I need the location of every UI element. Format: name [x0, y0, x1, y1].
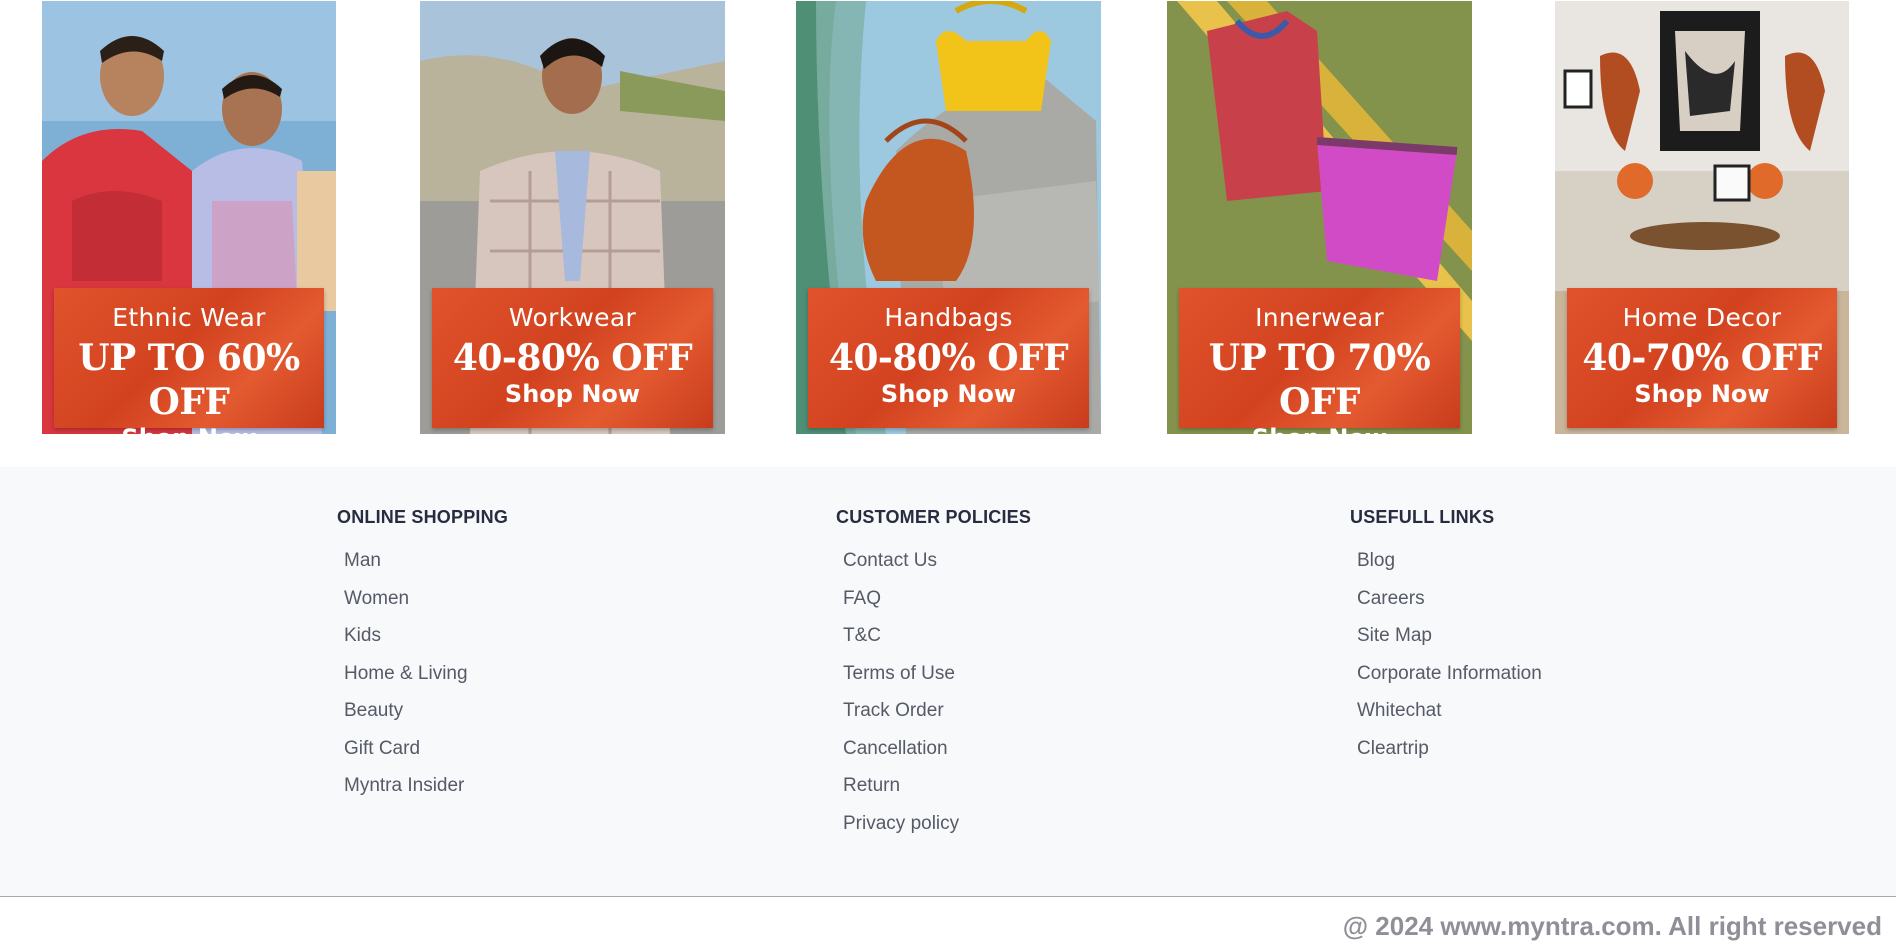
- footer-column-online-shopping: ONLINE SHOPPING Man Women Kids Home & Li…: [337, 507, 508, 813]
- footer-link-privacy-policy[interactable]: Privacy policy: [843, 813, 959, 834]
- footer-link-myntra-insider[interactable]: Myntra Insider: [344, 775, 464, 796]
- promo-offer: 40-80% OFF: [828, 337, 1069, 379]
- promo-card-home-decor[interactable]: Home Decor 40-70% OFF Shop Now: [1555, 1, 1849, 434]
- footer-link-terms-of-use[interactable]: Terms of Use: [843, 663, 955, 684]
- footer-link-list: Blog Careers Site Map Corporate Informat…: [1357, 550, 1542, 775]
- promo-banner: Ethnic Wear UP TO 60% OFF Shop Now: [54, 288, 324, 434]
- footer-link-whitechat[interactable]: Whitechat: [1357, 700, 1441, 721]
- promo-banner: Innerwear UP TO 70% OFF Shop Now: [1179, 288, 1460, 434]
- footer-link-tc[interactable]: T&C: [843, 625, 881, 646]
- footer-link-faq[interactable]: FAQ: [843, 588, 881, 609]
- footer-link-contact-us[interactable]: Contact Us: [843, 550, 937, 571]
- promo-strip: Ethnic Wear UP TO 60% OFF Shop Now Workw…: [0, 0, 1896, 467]
- promo-banner: Home Decor 40-70% OFF Shop Now: [1567, 288, 1837, 428]
- footer-link-cancellation[interactable]: Cancellation: [843, 738, 948, 759]
- footer-link-site-map[interactable]: Site Map: [1357, 625, 1432, 646]
- shop-now-link[interactable]: Shop Now: [1567, 380, 1837, 408]
- shop-now-link[interactable]: Shop Now: [432, 380, 713, 408]
- footer-link-track-order[interactable]: Track Order: [843, 700, 944, 721]
- footer-link-list: Man Women Kids Home & Living Beauty Gift…: [344, 550, 508, 813]
- shop-now-link[interactable]: Shop Now: [1179, 424, 1460, 434]
- promo-card-ethnic-wear[interactable]: Ethnic Wear UP TO 60% OFF Shop Now: [42, 1, 336, 434]
- footer-column-customer-policies: CUSTOMER POLICIES Contact Us FAQ T&C Ter…: [836, 507, 1031, 850]
- footer-column-useful-links: USEFULL LINKS Blog Careers Site Map Corp…: [1350, 507, 1542, 775]
- footer-link-corporate-information[interactable]: Corporate Information: [1357, 663, 1542, 684]
- footer-heading: USEFULL LINKS: [1350, 507, 1495, 527]
- promo-offer: 40-80% OFF: [452, 337, 693, 379]
- footer-link-cleartrip[interactable]: Cleartrip: [1357, 738, 1429, 759]
- footer-link-careers[interactable]: Careers: [1357, 588, 1425, 609]
- footer-heading: ONLINE SHOPPING: [337, 507, 509, 527]
- footer-link-home-living[interactable]: Home & Living: [344, 663, 468, 684]
- promo-card-handbags[interactable]: Handbags 40-80% OFF Shop Now: [796, 1, 1101, 434]
- promo-banner: Workwear 40-80% OFF Shop Now: [432, 288, 713, 428]
- promo-category: Ethnic Wear: [112, 303, 266, 332]
- footer-link-blog[interactable]: Blog: [1357, 550, 1395, 571]
- shop-now-link[interactable]: Shop Now: [54, 424, 324, 434]
- footer-link-return[interactable]: Return: [843, 775, 900, 796]
- promo-category: Innerwear: [1255, 303, 1384, 332]
- shop-now-link[interactable]: Shop Now: [808, 380, 1089, 408]
- promo-category: Handbags: [884, 303, 1013, 332]
- footer-link-kids[interactable]: Kids: [344, 625, 381, 646]
- footer-link-man[interactable]: Man: [344, 550, 381, 571]
- promo-category: Workwear: [508, 303, 637, 332]
- promo-card-innerwear[interactable]: Innerwear UP TO 70% OFF Shop Now: [1167, 1, 1472, 434]
- copyright-bar: @ 2024 www.myntra.com. All right reserve…: [0, 896, 1896, 951]
- copyright-text: @ 2024 www.myntra.com. All right reserve…: [1342, 911, 1882, 941]
- promo-offer: 40-70% OFF: [1582, 337, 1822, 379]
- promo-banner: Handbags 40-80% OFF Shop Now: [808, 288, 1089, 428]
- promo-offer: UP TO 70% OFF: [1208, 337, 1431, 423]
- footer-links: ONLINE SHOPPING Man Women Kids Home & Li…: [0, 467, 1896, 897]
- promo-card-workwear[interactable]: Workwear 40-80% OFF Shop Now: [420, 1, 725, 434]
- footer-link-gift-card[interactable]: Gift Card: [344, 738, 420, 759]
- footer-heading: CUSTOMER POLICIES: [836, 507, 1032, 527]
- footer-link-beauty[interactable]: Beauty: [344, 700, 403, 721]
- promo-offer: UP TO 60% OFF: [78, 337, 300, 423]
- promo-category: Home Decor: [1622, 303, 1782, 332]
- footer-link-women[interactable]: Women: [344, 588, 409, 609]
- footer-link-list: Contact Us FAQ T&C Terms of Use Track Or…: [843, 550, 1031, 850]
